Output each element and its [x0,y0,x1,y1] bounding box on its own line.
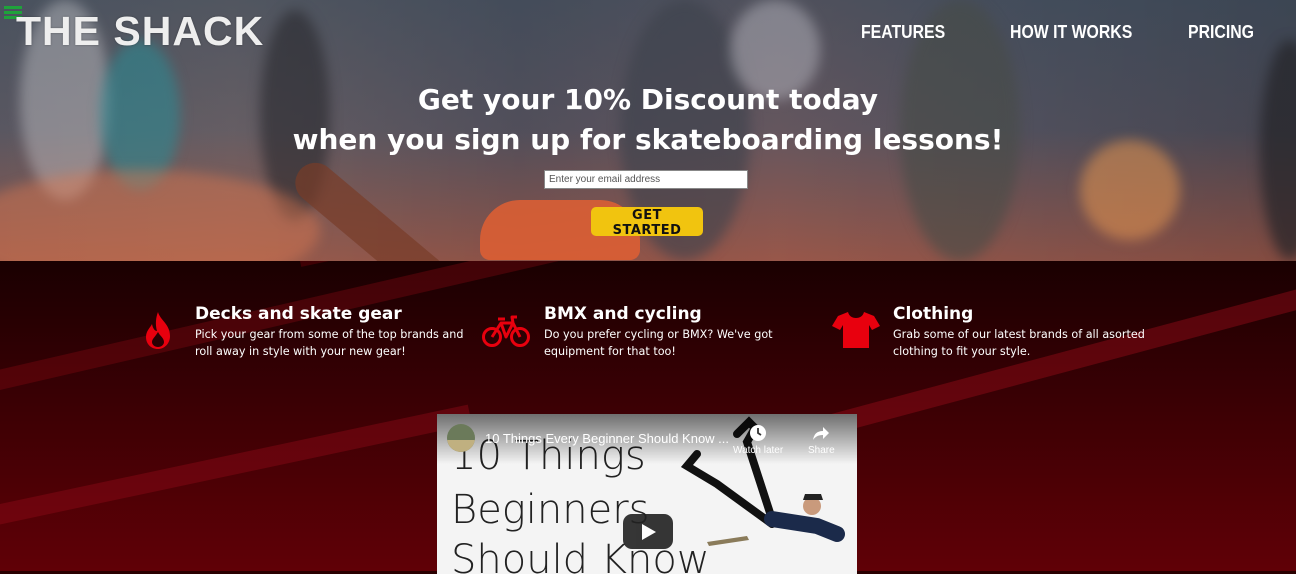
hero-headline-line2: when you sign up for skateboarding lesso… [292,123,1004,156]
decorative-stripe [0,404,472,541]
site-logo[interactable]: THE SHACK [16,8,264,55]
decorative-stripe [300,261,1182,267]
video-thumbnail-text: Beginners [451,487,650,533]
share-button[interactable]: Share [808,424,835,456]
feature-title: Decks and skate gear [195,304,402,324]
nav-pricing[interactable]: PRICING [1188,22,1254,43]
get-started-button[interactable]: GET STARTED [591,207,703,238]
bicycle-icon [482,315,530,347]
nav-how-it-works[interactable]: HOW IT WORKS [1010,22,1132,43]
feature-title: Clothing [893,304,974,324]
tshirt-icon [832,312,880,348]
channel-avatar[interactable] [447,424,475,452]
video-title[interactable]: 10 Things Every Beginner Should Know ... [485,431,735,446]
email-input[interactable] [544,170,748,189]
feature-title: BMX and cycling [544,304,702,324]
hero-headline-line1: Get your 10% Discount today [417,83,879,116]
feature-description: Grab some of our latest brands of all as… [893,328,1145,358]
watch-later-label: Watch later [733,445,784,456]
watch-later-button[interactable]: Watch later [733,424,783,456]
hero-section: THE SHACK FEATURES HOW IT WORKS PRICING … [0,0,1296,261]
nav-features[interactable]: FEATURES [861,22,945,43]
share-label: Share [808,445,835,456]
clock-icon [750,425,767,441]
fire-icon [146,312,170,349]
share-icon [813,427,830,440]
feature-description: Pick your gear from some of the top bran… [195,328,464,358]
hero-headline: Get your 10% Discount today when you sig… [0,80,1296,160]
youtube-video-embed[interactable]: 10 Things Beginners Should Know 10 Thing… [437,414,857,574]
play-button[interactable] [623,514,673,549]
feature-description: Do you prefer cycling or BMX? We've got … [544,328,773,358]
